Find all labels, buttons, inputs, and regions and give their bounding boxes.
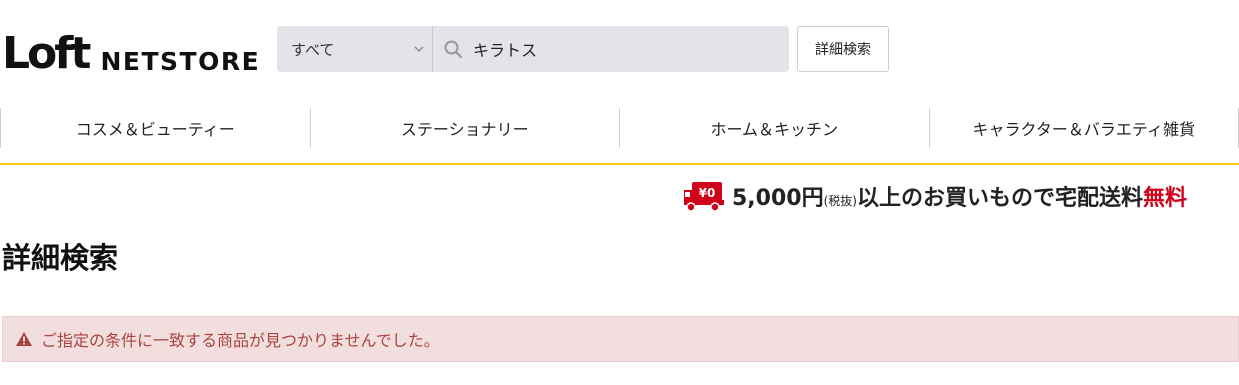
shipping-badge: ¥0: [699, 186, 716, 200]
category-select[interactable]: すべて: [277, 26, 433, 72]
shipping-condition: 以上のお買いもので宅配送料: [856, 186, 1143, 211]
category-nav: コスメ＆ビューティー ステーショナリー ホーム＆キッチン キャラクター＆バラエテ…: [0, 108, 1239, 148]
search-field: [433, 39, 789, 59]
search-bar: すべて: [277, 26, 789, 72]
chevron-down-icon: [414, 46, 424, 52]
page-title: 詳細検索: [2, 241, 119, 275]
logo-main: Loft: [2, 28, 91, 79]
nav-item-cosme-beauty[interactable]: コスメ＆ビューティー: [0, 108, 310, 148]
shipping-free: 無料: [1142, 186, 1187, 211]
logo[interactable]: Loft NETSTORE: [2, 26, 260, 76]
alert-message: ご指定の条件に一致する商品が見つかりませんでした。: [41, 331, 440, 350]
no-results-alert: ご指定の条件に一致する商品が見つかりませんでした。: [2, 316, 1239, 362]
nav-item-home-kitchen[interactable]: ホーム＆キッチン: [619, 108, 929, 148]
advanced-search-button[interactable]: 詳細検索: [797, 26, 889, 72]
truck-icon: ¥0: [684, 182, 724, 212]
search-icon[interactable]: [443, 39, 463, 59]
shipping-tax-note: (税抜): [823, 194, 857, 208]
nav-item-stationery[interactable]: ステーショナリー: [309, 108, 620, 148]
warning-icon: [16, 332, 32, 346]
search-input[interactable]: [473, 39, 773, 59]
shipping-banner[interactable]: ¥0 5,000円(税抜)以上のお買いもので宅配送料無料: [682, 180, 1187, 212]
category-select-value: すべて: [291, 40, 335, 59]
nav-divider: [0, 163, 1239, 165]
logo-sub: NETSTORE: [100, 47, 261, 76]
shipping-amount: 5,000円: [732, 186, 824, 211]
nav-item-character-variety[interactable]: キャラクター＆バラエティ雑貨: [928, 108, 1239, 148]
shipping-text: 5,000円(税抜)以上のお買いもので宅配送料無料: [732, 180, 1187, 212]
